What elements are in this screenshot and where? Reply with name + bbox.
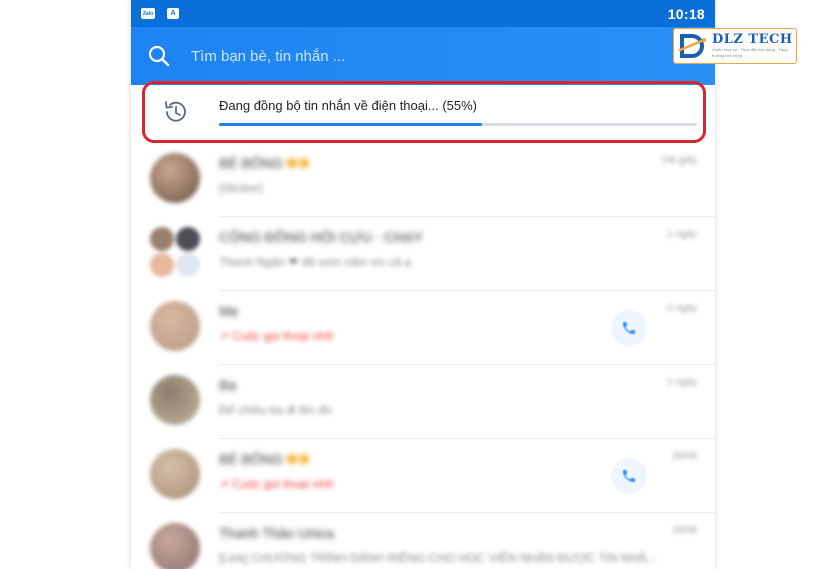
chat-row[interactable]: Thanh Thảo Unica [Link] CHƯƠNG TRÌNH DÀNH… <box>131 513 715 569</box>
zalo-notification-icon: Zalo <box>141 8 155 19</box>
chat-name: Thanh Thảo Unica <box>219 525 334 541</box>
phone-icon <box>623 322 635 334</box>
chat-time: 26/08 <box>671 525 697 536</box>
avatar <box>150 523 200 569</box>
chat-row[interactable]: Mẹ ↗ Cuộc gọi thoại nhỡ 2 ngày <box>131 291 715 365</box>
status-time: 10:18 <box>667 5 705 22</box>
watermark-brand: DLZ TECH <box>712 32 793 47</box>
watermark-tagline: Chiến lược số · Thúc đẩy bán hàng · Tăng… <box>712 47 788 58</box>
avatar <box>150 301 200 351</box>
chat-time: 29/08 <box>671 451 697 462</box>
avatar <box>150 153 200 203</box>
avatar <box>150 375 200 425</box>
call-back-button[interactable] <box>611 458 647 494</box>
avatar <box>150 449 200 499</box>
chat-name: CỘNG ĐỒNG HỘI CỰU · CHẠY <box>219 229 424 245</box>
chat-list: BÉ BÔNG [Sticker] Vài giây CỘNG ĐỒNG HỘI CỰ… <box>131 143 715 569</box>
chat-time: 1 ngày <box>666 229 697 240</box>
chat-name: BÉ BÔNG <box>219 155 311 171</box>
chat-name: Ba <box>219 377 237 393</box>
chat-time: 2 ngày <box>666 303 697 314</box>
chat-preview: Thanh Ngân ❤ đã xem cảm ơn cả a <box>219 255 412 269</box>
chat-preview: [Sticker] <box>219 181 263 195</box>
highlight-annotation <box>142 81 706 143</box>
chat-preview: [Link] CHƯƠNG TRÌNH DÀNH RIÊNG CHO HỌC V… <box>219 551 657 565</box>
call-back-button[interactable] <box>611 310 647 346</box>
chat-name: Mẹ <box>219 303 239 319</box>
app-notification-icon: A <box>167 8 179 19</box>
watermark-logo: DLZ TECH Chiến lược số · Thúc đẩy bán hà… <box>673 28 797 64</box>
chat-row[interactable]: BÉ BÔNG [Sticker] Vài giây <box>131 143 715 217</box>
phone-icon <box>623 470 635 482</box>
status-bar: Zalo A 10:18 <box>131 0 715 27</box>
group-avatar <box>150 227 200 277</box>
logo-mark-icon <box>678 32 708 60</box>
chat-preview: ↗ Cuộc gọi thoại nhỡ <box>219 329 334 343</box>
chat-time: 2 ngày <box>666 377 697 388</box>
chat-row[interactable]: CỘNG ĐỒNG HỘI CỰU · CHẠY Thanh Ngân ❤ đã … <box>131 217 715 291</box>
chat-name: BÉ BÔNG <box>219 451 311 467</box>
chat-time: Vài giây <box>661 155 697 166</box>
emoji-badge-icon <box>286 155 311 171</box>
chat-row[interactable]: BÉ BÔNG ↗ Cuộc gọi thoại nhỡ 29/08 <box>131 439 715 513</box>
search-bar <box>131 27 715 85</box>
emoji-badge-icon <box>286 451 311 467</box>
chat-row[interactable]: Ba Để chiều ba đi lên đó 2 ngày <box>131 365 715 439</box>
search-input[interactable] <box>191 45 571 67</box>
chat-preview: ↗ Cuộc gọi thoại nhỡ <box>219 477 334 491</box>
chat-preview: Để chiều ba đi lên đó <box>219 403 332 417</box>
search-icon[interactable] <box>147 44 171 68</box>
